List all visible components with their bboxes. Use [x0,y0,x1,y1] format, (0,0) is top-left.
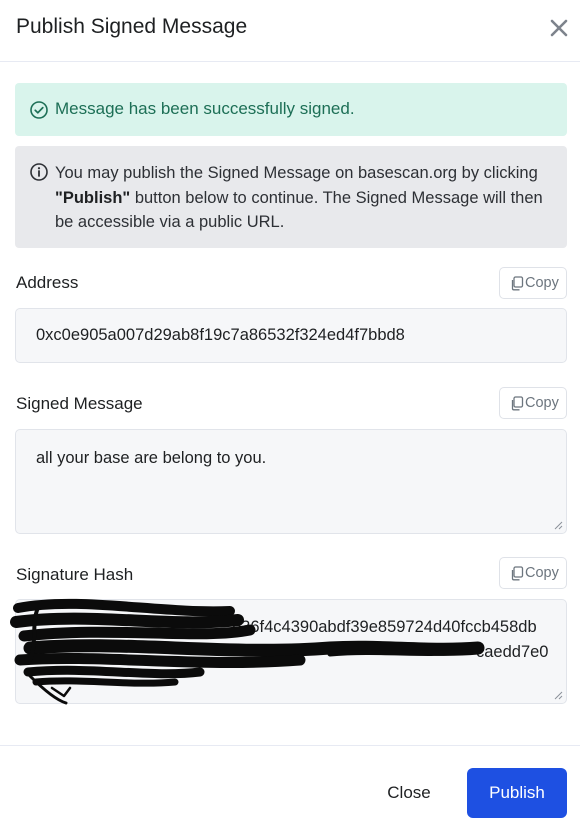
close-button[interactable]: Close [365,768,453,818]
redaction-scribble [10,598,485,705]
modal-footer: Close Publish [0,745,580,830]
publish-button[interactable]: Publish [467,768,567,818]
